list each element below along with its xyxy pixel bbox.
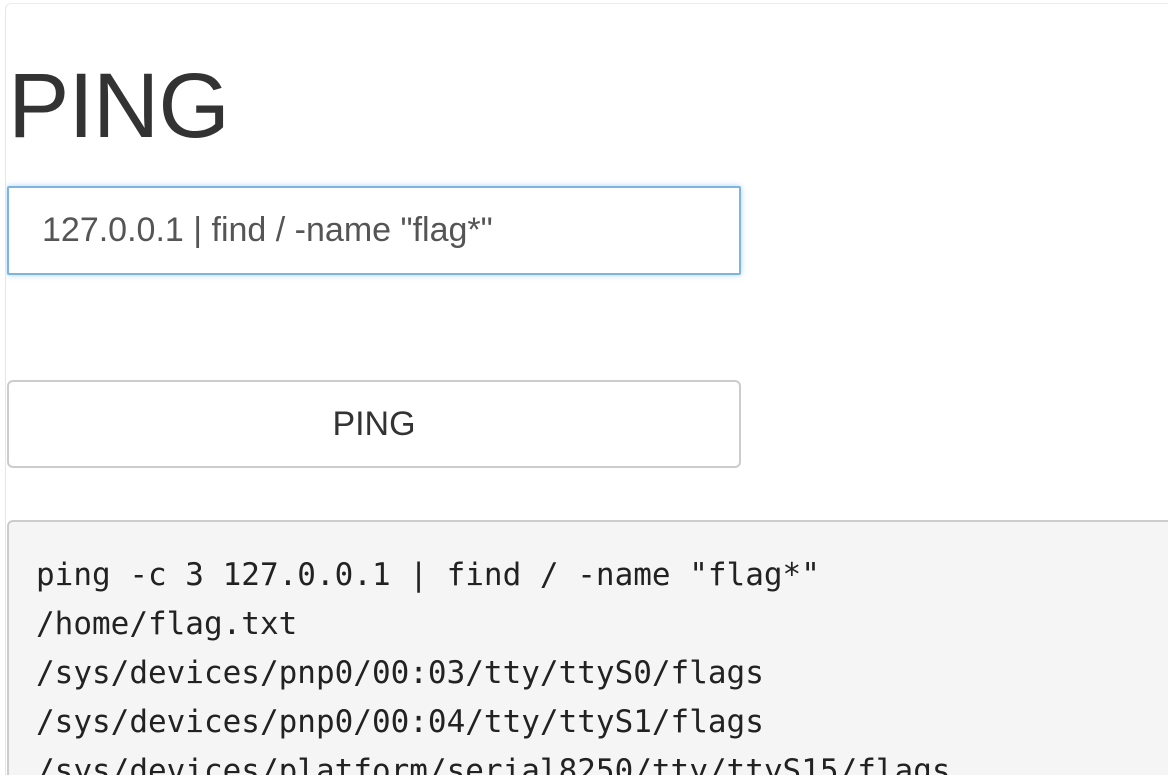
output-line: /sys/devices/platform/serial8250/tty/tty… <box>36 753 951 775</box>
output-line: /home/flag.txt <box>36 606 298 642</box>
command-output: ping -c 3 127.0.0.1 | find / -name "flag… <box>7 520 1168 775</box>
ping-button[interactable]: PING <box>7 380 741 468</box>
page-title: PING <box>8 55 230 157</box>
output-line: /sys/devices/pnp0/00:04/tty/ttyS1/flags <box>36 704 764 740</box>
output-line-command: ping -c 3 127.0.0.1 | find / -name "flag… <box>36 557 820 593</box>
host-input[interactable] <box>7 186 741 275</box>
page-container: PING PING ping -c 3 127.0.0.1 | find / -… <box>5 3 1168 775</box>
output-line: /sys/devices/pnp0/00:03/tty/ttyS0/flags <box>36 655 764 691</box>
